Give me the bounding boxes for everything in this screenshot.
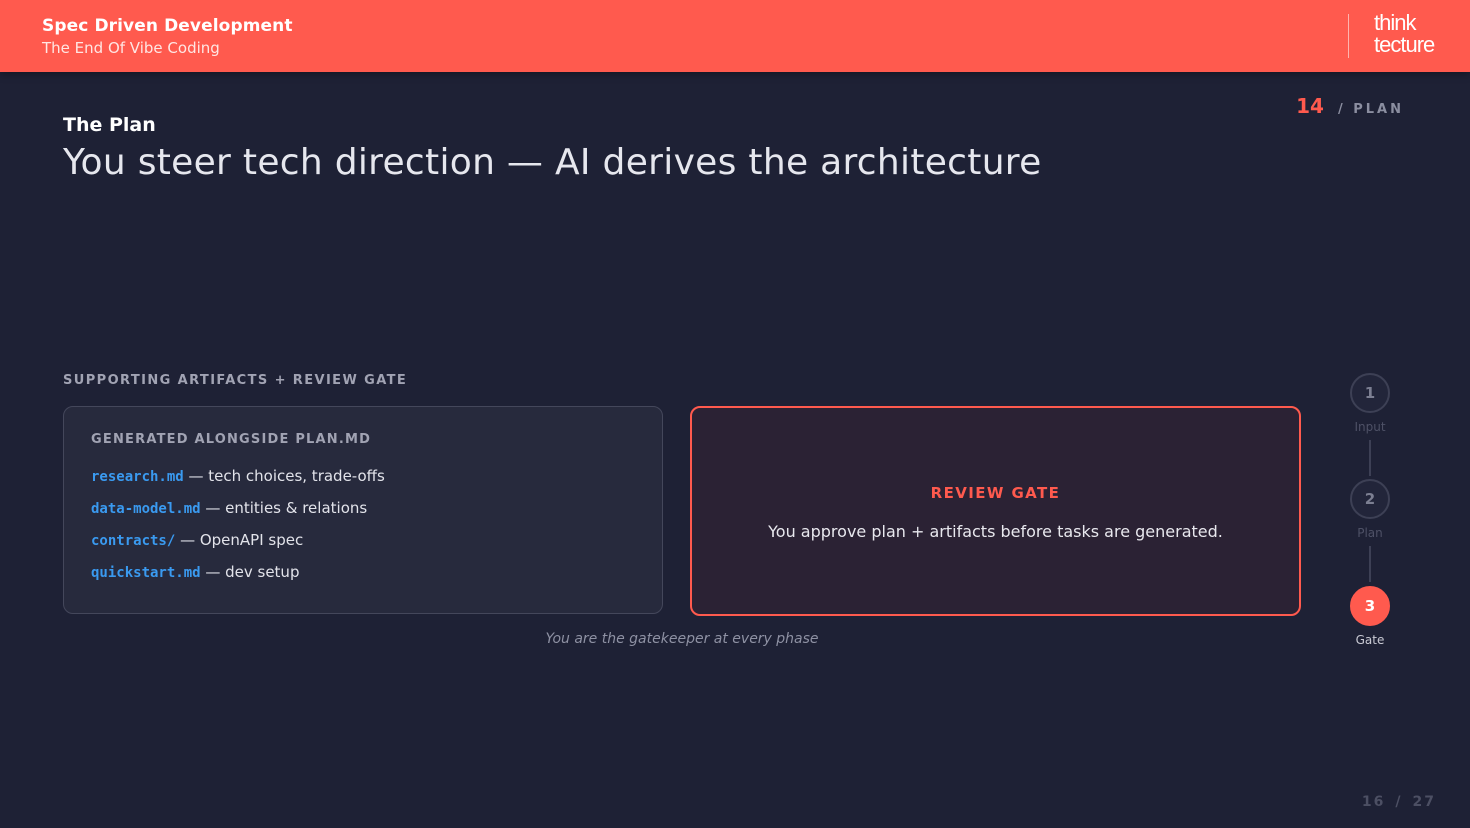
slide-kicker: The Plan xyxy=(63,114,156,136)
artifact-item-data-model: data-model.md — entities & relations xyxy=(91,499,385,531)
artifact-item-contracts: contracts/ — OpenAPI spec xyxy=(91,531,385,563)
step-3-label: Gate xyxy=(1355,633,1385,647)
artifact-item-quickstart: quickstart.md — dev setup xyxy=(91,563,385,595)
header-divider xyxy=(1348,14,1349,58)
review-gate-text: You approve plan + artifacts before task… xyxy=(768,522,1223,541)
thinktecture-logo: think tecture xyxy=(1374,10,1435,57)
step-2-label: Plan xyxy=(1357,526,1383,540)
top-bar: Spec Driven Development The End Of Vibe … xyxy=(0,0,1470,72)
page-separator: / xyxy=(1395,794,1403,810)
artifact-item-research: research.md — tech choices, trade-offs xyxy=(91,467,385,499)
artifact-filename: data-model.md xyxy=(91,501,201,517)
phase-label: / PLAN xyxy=(1337,102,1404,117)
slide-headline: You steer tech direction — AI derives th… xyxy=(63,142,1042,183)
artifact-description: — tech choices, trade-offs xyxy=(183,467,385,485)
artifact-filename: research.md xyxy=(91,469,184,485)
artifact-list: research.md — tech choices, trade-offs d… xyxy=(91,467,385,595)
step-connector xyxy=(1369,546,1371,582)
current-page: 16 xyxy=(1361,794,1386,810)
step-1-circle[interactable]: 1 xyxy=(1350,373,1390,413)
deck-title: Spec Driven Development xyxy=(42,16,293,36)
artifacts-card-title: GENERATED ALONGSIDE PLAN.MD xyxy=(91,432,372,447)
section-label: SUPPORTING ARTIFACTS + REVIEW GATE xyxy=(63,373,408,388)
artifact-filename: contracts/ xyxy=(91,533,176,549)
step-2-circle[interactable]: 2 xyxy=(1350,479,1390,519)
artifact-filename: quickstart.md xyxy=(91,565,201,581)
slide-caption: You are the gatekeeper at every phase xyxy=(545,631,819,647)
artifact-description: — OpenAPI spec xyxy=(175,531,304,549)
artifact-description: — entities & relations xyxy=(200,499,368,517)
artifact-description: — dev setup xyxy=(200,563,300,581)
deck-subtitle: The End Of Vibe Coding xyxy=(42,39,220,57)
phase-stepper: 1 Input 2 Plan 3 Gate xyxy=(1340,373,1400,653)
artifacts-card: GENERATED ALONGSIDE PLAN.MD research.md … xyxy=(63,406,663,614)
step-connector xyxy=(1369,440,1371,476)
review-gate-card: REVIEW GATE You approve plan + artifacts… xyxy=(690,406,1301,616)
step-1-label: Input xyxy=(1354,420,1386,434)
total-pages: 27 xyxy=(1412,794,1436,810)
logo-line-tecture: tecture xyxy=(1374,32,1435,57)
logo-line-think: think xyxy=(1374,10,1416,35)
phase-number: 14 xyxy=(1296,94,1324,118)
review-gate-title: REVIEW GATE xyxy=(930,484,1061,502)
phase-indicator: 14 / PLAN xyxy=(1296,94,1404,118)
page-counter: 16 / 27 xyxy=(1362,794,1436,810)
step-3-circle[interactable]: 3 xyxy=(1350,586,1390,626)
